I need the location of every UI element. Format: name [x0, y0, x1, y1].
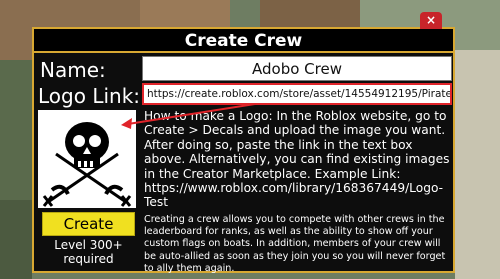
logo-help-text: How to make a Logo: In the Roblox websit… — [144, 109, 450, 210]
create-button[interactable]: Create — [42, 212, 135, 236]
logo-link-label: Logo Link: — [38, 84, 141, 108]
level-requirement: Level 300+ required — [54, 238, 123, 266]
logo-link-input[interactable]: https://create.roblox.com/store/asset/14… — [142, 83, 452, 105]
crew-name-input[interactable]: Adobo Crew — [142, 56, 452, 81]
name-label: Name: — [40, 58, 106, 82]
crew-logo-preview — [38, 110, 136, 208]
close-button[interactable]: × — [420, 12, 442, 29]
dialog-title: Create Crew — [34, 29, 453, 53]
create-crew-dialog: Create Crew Name: Adobo Crew Logo Link: … — [32, 27, 455, 274]
crew-info-text: Creating a crew allows you to compete wi… — [144, 214, 446, 274]
pirate-flag-icon — [38, 110, 136, 208]
